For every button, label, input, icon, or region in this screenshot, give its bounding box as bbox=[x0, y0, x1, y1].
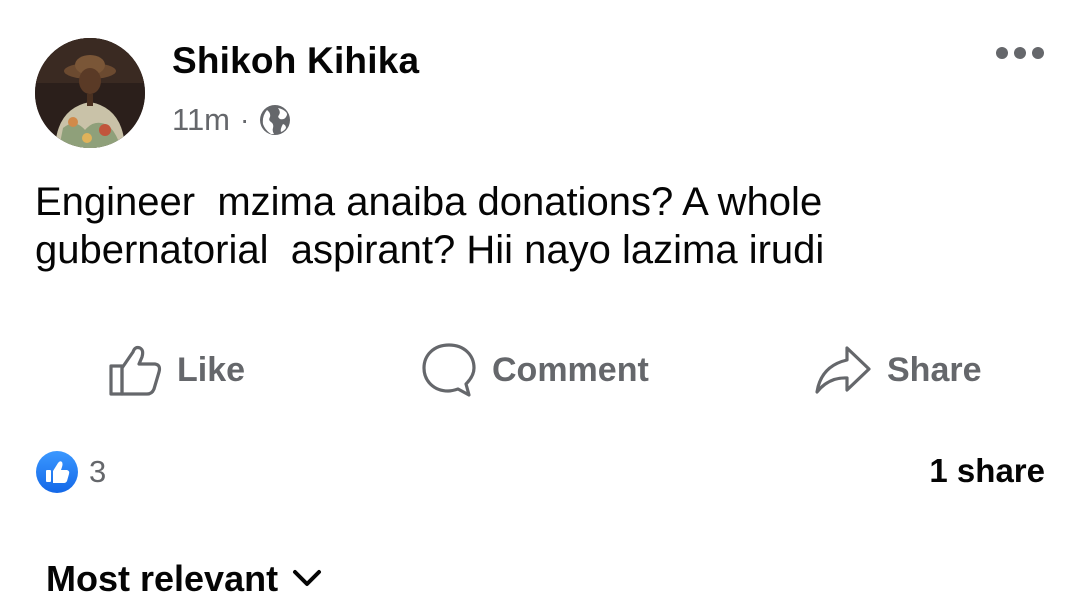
share-arrow-icon bbox=[815, 346, 871, 394]
like-label: Like bbox=[177, 350, 246, 389]
post-stats: 3 1 share bbox=[0, 447, 1080, 497]
reactions-summary[interactable]: 3 bbox=[35, 450, 106, 494]
reaction-count: 3 bbox=[89, 454, 107, 489]
share-count[interactable]: 1 share bbox=[929, 452, 1045, 490]
comment-label: Comment bbox=[492, 350, 649, 389]
more-options-icon[interactable] bbox=[996, 46, 1054, 72]
thumbs-up-icon bbox=[109, 345, 162, 396]
avatar-photo bbox=[35, 38, 145, 148]
like-button[interactable]: Like bbox=[107, 338, 245, 402]
post-meta: 11m · bbox=[172, 100, 291, 140]
post-header: Shikoh Kihika 11m · bbox=[0, 0, 1080, 160]
like-reaction-icon bbox=[35, 450, 79, 494]
share-button[interactable]: Share bbox=[813, 338, 982, 402]
post-text: Engineer mzima anaiba donations? A whole… bbox=[35, 180, 825, 272]
share-label: Share bbox=[887, 350, 982, 389]
author-name[interactable]: Shikoh Kihika bbox=[172, 40, 419, 82]
sort-label: Most relevant bbox=[46, 558, 279, 599]
post-actions-bar: Like Comment Share bbox=[0, 338, 1080, 402]
meta-separator: · bbox=[240, 104, 250, 135]
comment-sort-dropdown[interactable]: Most relevant bbox=[46, 558, 322, 600]
post-time[interactable]: 11m bbox=[172, 102, 230, 138]
globe-icon bbox=[259, 104, 291, 136]
author-avatar[interactable] bbox=[35, 38, 145, 148]
chevron-down-icon bbox=[293, 570, 322, 586]
comment-button[interactable]: Comment bbox=[420, 338, 649, 402]
comment-bubble-icon bbox=[422, 343, 476, 397]
